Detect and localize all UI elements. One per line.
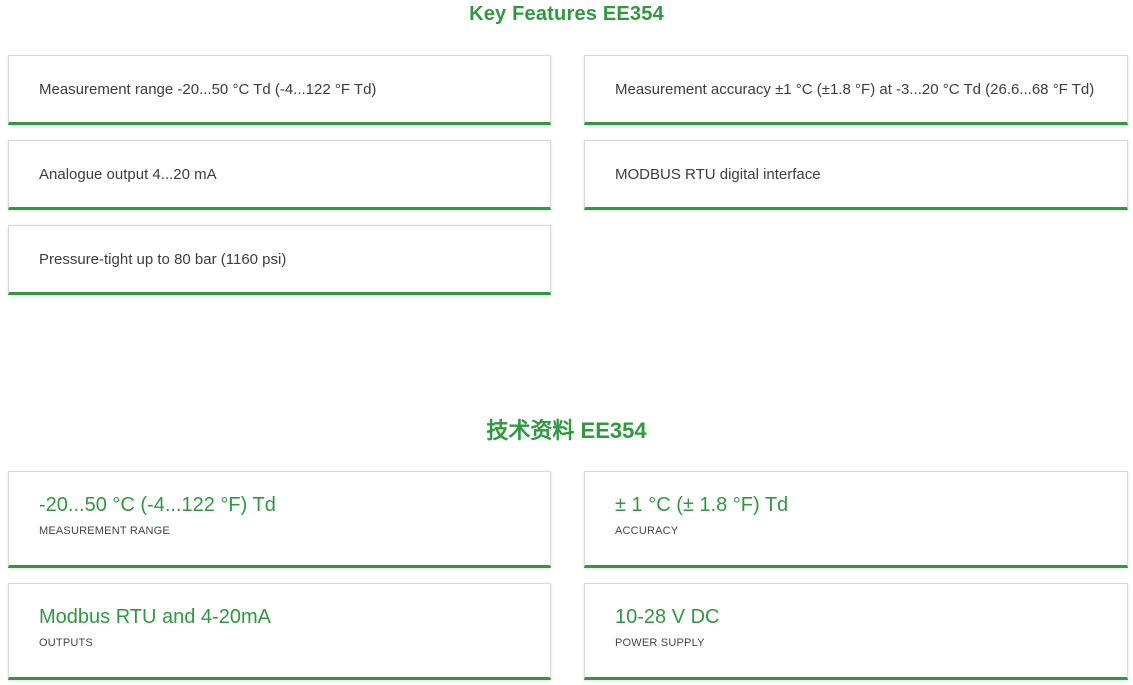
feature-card-modbus-interface: MODBUS RTU digital interface bbox=[584, 140, 1128, 210]
spec-label: ACCURACY bbox=[615, 525, 679, 537]
spec-card-measurement-range: -20...50 °C (-4...122 °F) Td MEASUREMENT… bbox=[8, 471, 551, 568]
spec-card-accuracy: ± 1 °C (± 1.8 °F) Td ACCURACY bbox=[584, 471, 1128, 568]
spec-value: Modbus RTU and 4-20mA bbox=[39, 606, 271, 628]
feature-text: Measurement range -20...50 °C Td (-4...1… bbox=[39, 80, 377, 98]
feature-card-measurement-range: Measurement range -20...50 °C Td (-4...1… bbox=[8, 55, 551, 125]
spec-value: ± 1 °C (± 1.8 °F) Td bbox=[615, 494, 789, 516]
spec-label: OUTPUTS bbox=[39, 637, 93, 649]
feature-card-measurement-accuracy: Measurement accuracy ±1 °C (±1.8 °F) at … bbox=[584, 55, 1128, 125]
spec-card-power-supply: 10-28 V DC POWER SUPPLY bbox=[584, 583, 1128, 680]
spec-label: POWER SUPPLY bbox=[615, 637, 705, 649]
feature-text: Analogue output 4...20 mA bbox=[39, 165, 217, 183]
key-features-title: Key Features EE354 bbox=[469, 3, 664, 25]
spec-card-outputs: Modbus RTU and 4-20mA OUTPUTS bbox=[8, 583, 551, 680]
feature-text: Pressure-tight up to 80 bar (1160 psi) bbox=[39, 250, 287, 268]
feature-card-analogue-output: Analogue output 4...20 mA bbox=[8, 140, 551, 210]
feature-card-pressure-tight: Pressure-tight up to 80 bar (1160 psi) bbox=[8, 225, 551, 295]
technical-data-title: 技术资料 EE354 bbox=[486, 418, 647, 443]
feature-text: Measurement accuracy ±1 °C (±1.8 °F) at … bbox=[615, 80, 1095, 98]
spec-value: 10-28 V DC bbox=[615, 606, 720, 628]
spec-value: -20...50 °C (-4...122 °F) Td bbox=[39, 494, 276, 516]
spec-label: MEASUREMENT RANGE bbox=[39, 525, 170, 537]
feature-text: MODBUS RTU digital interface bbox=[615, 165, 821, 183]
